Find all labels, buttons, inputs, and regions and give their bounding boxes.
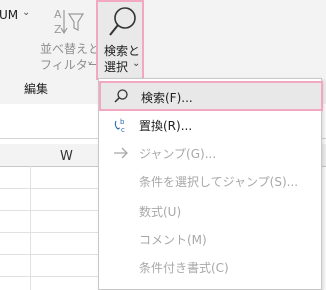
chevron-down-icon: ⌄	[86, 56, 95, 67]
menu-item-formulas[interactable]: 数式(U)	[99, 197, 323, 225]
menu-item-label: 検索(F)...	[141, 91, 193, 105]
menu-item-label: ジャンプ(G)...	[139, 147, 217, 161]
menu-item-go-to-special[interactable]: 条件を選択してジャンプ(S)...	[99, 167, 323, 195]
arrow-right-icon	[114, 147, 128, 159]
gridline	[0, 188, 100, 189]
menu-item-comments[interactable]: コメント(M)	[99, 225, 323, 253]
find-select-button[interactable]: 検索と 選択 ⌄	[96, 0, 144, 80]
find-select-label-line2: 選択	[104, 60, 129, 74]
magnifier-icon	[109, 7, 136, 36]
partial-ribbon-label[interactable]: UM	[0, 8, 18, 22]
gridline	[0, 276, 100, 277]
menu-item-replace[interactable]: b c 置換(R)...	[99, 111, 323, 139]
menu-item-go-to[interactable]: ジャンプ(G)...	[99, 139, 323, 167]
menu-item-label: コメント(M)	[139, 233, 207, 247]
gridline	[30, 166, 31, 290]
editing-group-label: 編集	[24, 82, 49, 96]
menu-item-conditional-formatting[interactable]: 条件付き書式(C)	[99, 253, 323, 281]
replace-icon: b c	[114, 118, 125, 133]
menu-item-label: 数式(U)	[139, 205, 182, 219]
chevron-down-icon[interactable]: ⌄	[22, 7, 30, 18]
find-select-label-line1: 検索と	[104, 44, 141, 58]
column-header-w[interactable]: W	[60, 149, 73, 164]
sort-filter-label-line1: 並べ替えと	[40, 42, 101, 56]
menu-item-find[interactable]: 検索(F)...	[99, 81, 323, 111]
menu-item-label: 条件付き書式(C)	[139, 261, 229, 275]
find-select-dropdown-menu: 検索(F)... b c 置換(R)... ジャンプ(G)... 条件を選択して…	[98, 78, 323, 290]
chevron-down-icon: ⌄	[132, 58, 141, 69]
svg-text:Z: Z	[54, 23, 62, 36]
gridline	[0, 254, 100, 255]
gridline	[0, 210, 100, 211]
svg-text:c: c	[121, 126, 125, 133]
menu-item-label: 置換(R)...	[139, 119, 193, 133]
search-icon	[114, 89, 128, 103]
svg-text:b: b	[120, 118, 125, 126]
svg-text:A: A	[54, 8, 62, 21]
menu-item-label: 条件を選択してジャンプ(S)...	[139, 175, 299, 189]
gridline	[0, 232, 100, 233]
sort-filter-icon: A Z	[54, 8, 85, 36]
